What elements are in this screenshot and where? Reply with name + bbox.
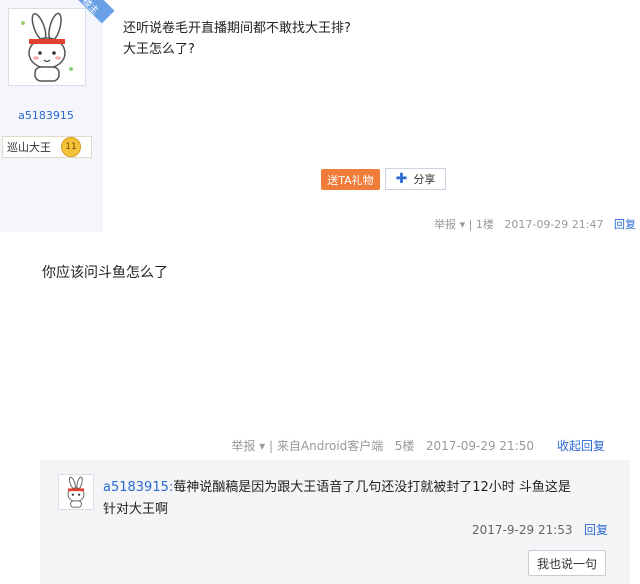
send-gift-button[interactable]: 送TA礼物 <box>321 169 380 190</box>
report-link[interactable]: 举报 <box>434 218 456 231</box>
floor-number: 1楼 <box>475 218 494 231</box>
separator: | <box>269 439 274 453</box>
post-time: 2017-09-29 21:50 <box>425 439 534 453</box>
post-meta: 举报 ▾ | 来自Android客户端 5楼 2017-09-29 21:50 <box>231 437 534 454</box>
collapse-replies-link[interactable]: 收起回复 <box>557 437 605 454</box>
reply-link[interactable]: 回复 <box>614 218 636 231</box>
report-link[interactable]: 举报 <box>231 439 255 453</box>
reply-time: 2017-9-29 21:53 <box>472 523 573 537</box>
share-label: 分享 <box>413 173 436 186</box>
post-content: 你应该问斗鱼怎么了 <box>42 265 168 281</box>
add-reply-button[interactable]: 我也说一句 <box>528 550 606 576</box>
rabbit-avatar-icon[interactable] <box>58 474 94 510</box>
separator: | <box>468 218 473 231</box>
rabbit-avatar-icon[interactable] <box>8 8 86 86</box>
plus-icon: ✚ <box>395 171 408 187</box>
author-username[interactable]: a5183915 <box>0 109 92 122</box>
reply-text-line: 针对大王啊 <box>103 502 169 517</box>
share-button[interactable]: ✚ 分享 <box>385 168 446 190</box>
chevron-down-icon[interactable]: ▾ <box>259 439 265 453</box>
reply-username[interactable]: a5183915: <box>103 480 173 495</box>
reply-meta: 2017-9-29 21:53 回复 <box>472 521 608 538</box>
post-content-line: 大王怎么了? <box>123 42 195 57</box>
badge-title: 巡山大王 <box>7 141 51 154</box>
post-content-line: 还听说卷毛开直播期间都不敢找大王排? <box>123 21 351 36</box>
level-medal-icon: 11 <box>61 137 81 157</box>
reply-link[interactable]: 回复 <box>584 523 608 537</box>
reply-content: 莓神说酗稿是因为跟大王语音了几句还没打就被封了12小时 斗鱼这是 <box>173 480 571 495</box>
post-meta: 举报 ▾ | 1楼 2017-09-29 21:47 回复 <box>434 216 636 232</box>
client-source[interactable]: 来自Android客户端 <box>277 439 383 453</box>
author-badge[interactable]: 巡山大王 11 <box>2 136 92 158</box>
reply-text-line: a5183915:莓神说酗稿是因为跟大王语音了几句还没打就被封了12小时 斗鱼这… <box>103 476 571 495</box>
floor-number: 5楼 <box>394 439 415 453</box>
chevron-down-icon[interactable]: ▾ <box>460 218 466 231</box>
post-time: 2017-09-29 21:47 <box>504 218 604 231</box>
